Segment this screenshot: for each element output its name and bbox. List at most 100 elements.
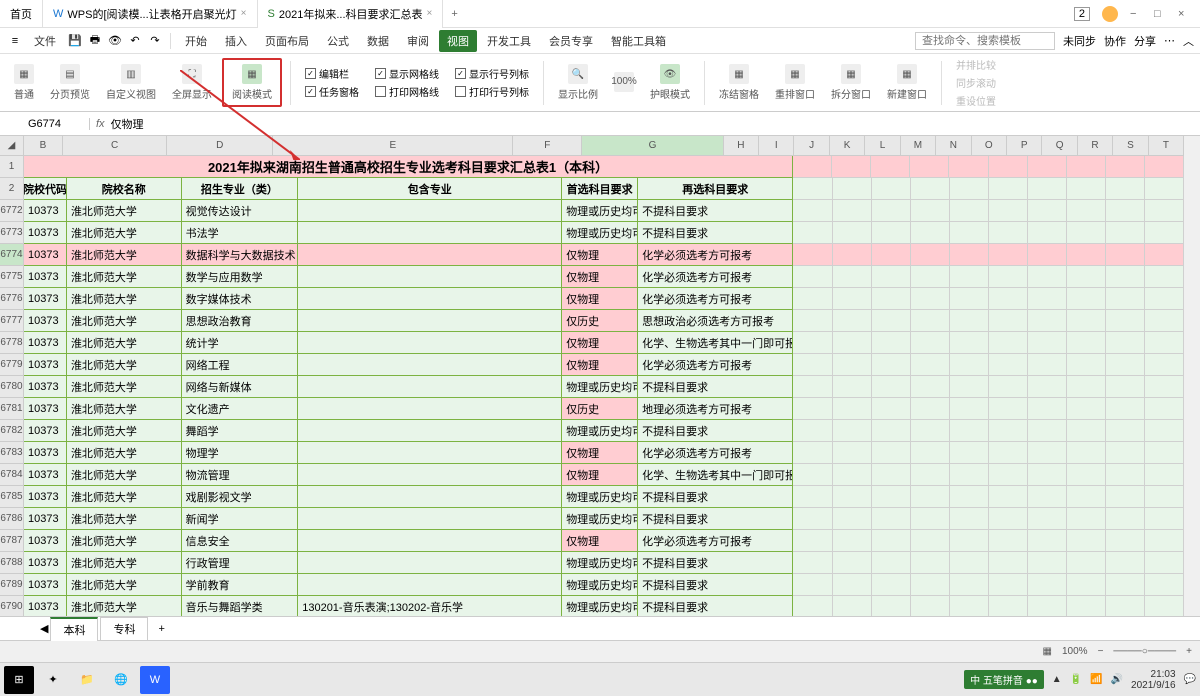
data-cell[interactable]: 网络工程 [182, 354, 299, 376]
empty-cell[interactable] [1067, 156, 1106, 178]
app-icon[interactable]: ✦ [38, 666, 68, 694]
empty-cell[interactable] [833, 178, 872, 200]
select-all[interactable]: ◢ [0, 136, 24, 156]
empty-cell[interactable] [1145, 508, 1184, 530]
maximize-icon[interactable]: □ [1154, 8, 1166, 20]
data-cell[interactable]: 物理或历史均可 [562, 200, 638, 222]
data-cell[interactable] [298, 354, 562, 376]
empty-cell[interactable] [1145, 552, 1184, 574]
empty-cell[interactable] [793, 266, 832, 288]
data-cell[interactable]: 新闻学 [182, 508, 299, 530]
headings-check[interactable]: ✓显示行号列标 [455, 66, 529, 81]
data-cell[interactable]: 淮北师范大学 [67, 530, 182, 552]
empty-cell[interactable] [1067, 552, 1106, 574]
data-cell[interactable]: 淮北师范大学 [67, 310, 182, 332]
empty-cell[interactable] [793, 552, 832, 574]
empty-cell[interactable] [872, 222, 911, 244]
data-cell[interactable]: 10373 [24, 332, 67, 354]
empty-cell[interactable] [1028, 376, 1067, 398]
search-input[interactable] [915, 32, 1055, 50]
empty-cell[interactable] [833, 310, 872, 332]
empty-cell[interactable] [989, 420, 1028, 442]
data-cell[interactable]: 淮北师范大学 [67, 574, 182, 596]
data-cell[interactable]: 淮北师范大学 [67, 464, 182, 486]
eye-protect-button[interactable]: 👁护眼模式 [644, 62, 696, 103]
col-header-K[interactable]: K [830, 136, 865, 156]
menu-view[interactable]: 视图 [439, 30, 477, 52]
empty-cell[interactable] [989, 266, 1028, 288]
avatar-icon[interactable] [1102, 6, 1118, 22]
col-header-B[interactable]: B [24, 136, 63, 156]
data-cell[interactable] [298, 310, 562, 332]
empty-cell[interactable] [1145, 486, 1184, 508]
empty-cell[interactable] [793, 442, 832, 464]
page-preview-button[interactable]: ▤分页预览 [44, 62, 96, 103]
row-header[interactable]: 6789 [0, 574, 24, 596]
empty-cell[interactable] [1028, 486, 1067, 508]
data-cell[interactable]: 化学必须选考方可报考 [638, 530, 793, 552]
data-cell[interactable]: 网络与新媒体 [182, 376, 299, 398]
empty-cell[interactable] [950, 310, 989, 332]
empty-cell[interactable] [1145, 464, 1184, 486]
empty-cell[interactable] [1145, 178, 1184, 200]
battery-icon[interactable]: 🔋 [1070, 674, 1082, 685]
data-cell[interactable]: 统计学 [182, 332, 299, 354]
empty-cell[interactable] [1145, 222, 1184, 244]
data-cell[interactable]: 10373 [24, 420, 67, 442]
zoom-label[interactable]: 100% [1062, 646, 1088, 657]
empty-cell[interactable] [950, 354, 989, 376]
empty-cell[interactable] [1028, 530, 1067, 552]
data-cell[interactable] [298, 266, 562, 288]
empty-cell[interactable] [872, 552, 911, 574]
data-cell[interactable]: 淮北师范大学 [67, 288, 182, 310]
data-cell[interactable]: 淮北师范大学 [67, 398, 182, 420]
empty-cell[interactable] [793, 156, 832, 178]
data-cell[interactable] [298, 442, 562, 464]
data-cell[interactable]: 物理学 [182, 442, 299, 464]
data-cell[interactable]: 物理或历史均可 [562, 420, 638, 442]
tab-doc2[interactable]: S2021年拟来...科目要求汇总表× [258, 0, 444, 28]
empty-cell[interactable] [833, 222, 872, 244]
empty-cell[interactable] [1067, 244, 1106, 266]
data-cell[interactable]: 10373 [24, 596, 67, 616]
task-pane-check[interactable]: ✓任务窗格 [305, 84, 359, 99]
empty-cell[interactable] [872, 332, 911, 354]
empty-cell[interactable] [1028, 332, 1067, 354]
empty-cell[interactable] [833, 530, 872, 552]
data-cell[interactable]: 物理或历史均可 [562, 574, 638, 596]
empty-cell[interactable] [950, 596, 989, 616]
data-cell[interactable]: 仅物理 [562, 244, 638, 266]
header-cell[interactable]: 院校代码 [24, 178, 67, 200]
row-header[interactable]: 6776 [0, 288, 24, 310]
data-cell[interactable]: 不提科目要求 [638, 596, 793, 616]
data-cell[interactable]: 数字媒体技术 [182, 288, 299, 310]
empty-cell[interactable] [1028, 596, 1067, 616]
row-header[interactable]: 6787 [0, 530, 24, 552]
empty-cell[interactable] [872, 442, 911, 464]
empty-cell[interactable] [950, 376, 989, 398]
col-header-N[interactable]: N [936, 136, 971, 156]
data-cell[interactable]: 物理或历史均可 [562, 596, 638, 616]
data-cell[interactable]: 地理必须选考方可报考 [638, 398, 793, 420]
data-cell[interactable]: 10373 [24, 442, 67, 464]
zoom-button[interactable]: 🔍显示比例 [552, 62, 604, 103]
data-cell[interactable]: 物理或历史均可 [562, 486, 638, 508]
data-cell[interactable] [298, 530, 562, 552]
empty-cell[interactable] [833, 266, 872, 288]
row-header[interactable]: 6781 [0, 398, 24, 420]
empty-cell[interactable] [1106, 178, 1145, 200]
empty-cell[interactable] [1067, 486, 1106, 508]
row-header[interactable]: 6778 [0, 332, 24, 354]
empty-cell[interactable] [989, 376, 1028, 398]
empty-cell[interactable] [950, 508, 989, 530]
empty-cell[interactable] [872, 376, 911, 398]
minimize-icon[interactable]: − [1130, 8, 1142, 20]
empty-cell[interactable] [793, 398, 832, 420]
undo-icon[interactable]: ↶ [126, 32, 144, 50]
empty-cell[interactable] [1028, 354, 1067, 376]
data-cell[interactable]: 化学必须选考方可报考 [638, 266, 793, 288]
empty-cell[interactable] [872, 200, 911, 222]
row-header[interactable]: 6777 [0, 310, 24, 332]
data-cell[interactable]: 10373 [24, 464, 67, 486]
empty-cell[interactable] [989, 332, 1028, 354]
